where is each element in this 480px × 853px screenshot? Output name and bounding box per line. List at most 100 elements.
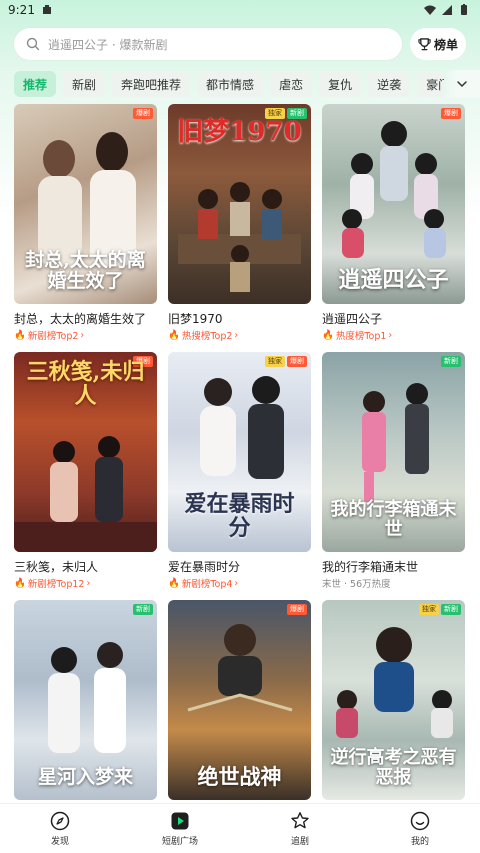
drama-card[interactable]: 爆剧 三秋笺,未归人 三秋笺，未归人 🔥 新剧榜Top12 ›: [14, 352, 157, 594]
poster-title-art: 爱在暴雨时分: [184, 490, 295, 541]
star-icon: [291, 811, 309, 828]
drama-meta: 末世 · 56万热度: [322, 576, 465, 590]
tab-wealthy-family[interactable]: 豪门: [417, 71, 444, 97]
chevron-right-icon: ›: [388, 329, 393, 341]
hot-badge: 爆剧: [133, 108, 153, 119]
trophy-icon: [418, 37, 431, 50]
drama-title[interactable]: 逍遥四公子: [322, 311, 465, 327]
hot-badge: 爆剧: [287, 356, 307, 367]
tab-new-drama[interactable]: 新剧: [63, 71, 106, 97]
badge-group: 爆剧: [133, 108, 153, 119]
fire-icon: 🔥: [168, 577, 180, 589]
drama-card[interactable]: 新剧 我的行李箱通末世 我的行李箱通末世 末世 · 56万热度: [322, 352, 465, 594]
exclusive-badge: 独家: [419, 604, 439, 615]
drama-poster[interactable]: 爆剧 逍遥四公子: [322, 104, 465, 304]
drama-meta-label: 末世 · 56万热度: [322, 579, 391, 590]
category-tabs-scroll[interactable]: 推荐 新剧 奔跑吧推荐 都市情感 虐恋 复仇 逆袭 豪门: [0, 70, 444, 98]
tab-comeback[interactable]: 逆袭: [368, 71, 411, 97]
badge-group: 独家 新剧: [419, 604, 461, 615]
play-square-icon: [171, 812, 189, 829]
search-icon: [26, 37, 40, 51]
badge-group: 独家 爆剧: [265, 356, 307, 367]
badge-group: 新剧: [441, 356, 461, 367]
battery-icon: [461, 4, 467, 15]
exclusive-badge: 独家: [265, 356, 285, 367]
chevron-right-icon: ›: [234, 329, 239, 341]
drama-title[interactable]: 爱在暴雨时分: [168, 559, 311, 575]
poster-title-art: 封总,太太的离婚生效了: [25, 249, 146, 293]
drama-poster[interactable]: 独家 新剧 逆行高考之恶有恶报: [322, 600, 465, 800]
nav-mine[interactable]: 我的: [375, 811, 465, 847]
compass-icon: [50, 811, 70, 830]
poster-title-art: 星河入梦来: [37, 766, 133, 789]
tab-angst[interactable]: 虐恋: [270, 71, 313, 97]
status-time: 9:21: [8, 3, 35, 17]
drama-rank-label: 热度榜Top1: [335, 331, 387, 342]
drama-card[interactable]: 爆剧 逍遥四公子 逍遥四公子 🔥 热度榜Top1 ›: [322, 104, 465, 346]
smile-face-icon: [410, 811, 430, 830]
search-input[interactable]: 逍遥四公子 · 爆款新剧: [14, 28, 402, 60]
tab-recommend[interactable]: 推荐: [14, 71, 57, 97]
drama-rank-label: 热搜榜Top2: [181, 331, 233, 342]
tab-revenge[interactable]: 复仇: [319, 71, 362, 97]
nav-short-drama-square[interactable]: 短剧广场: [135, 811, 225, 847]
search-row: 逍遥四公子 · 爆款新剧 榜单: [14, 28, 466, 60]
drama-card[interactable]: 独家 新剧 旧梦1970 旧梦1970 🔥 热搜榜Top2 ›: [168, 104, 311, 346]
nav-discover-label: 发现: [50, 836, 69, 847]
drama-rank-tag[interactable]: 🔥 新剧榜Top12 ›: [14, 576, 157, 591]
drama-card[interactable]: 独家 爆剧 爱在暴雨时分 爱在暴雨时分 🔥 新剧榜Top4 ›: [168, 352, 311, 594]
drama-title[interactable]: 旧梦1970: [168, 311, 311, 327]
nav-mine-label: 我的: [410, 836, 429, 847]
app-notification-icon: [42, 5, 51, 14]
drama-rank-label: 新剧榜Top4: [181, 579, 233, 590]
poster-title-art: 三秋笺,未归人: [26, 359, 145, 410]
tab-running-man[interactable]: 奔跑吧推荐: [112, 71, 191, 97]
drama-poster[interactable]: 独家 新剧 旧梦1970: [168, 104, 311, 304]
new-badge: 新剧: [441, 604, 461, 615]
drama-rank-tag[interactable]: 🔥 热度榜Top1 ›: [322, 328, 465, 343]
drama-rank-tag[interactable]: 🔥 新剧榜Top2 ›: [14, 328, 157, 343]
fire-icon: 🔥: [14, 329, 26, 341]
fire-icon: 🔥: [168, 329, 180, 341]
nav-short-drama-square-label: 短剧广场: [161, 836, 198, 847]
fire-icon: 🔥: [322, 329, 334, 341]
nav-following-label: 追剧: [290, 836, 309, 847]
drama-rank-label: 新剧榜Top2: [27, 331, 79, 342]
poster-title-art: 我的行李箱通末世: [330, 499, 457, 541]
rank-button[interactable]: 榜单: [410, 28, 466, 60]
badge-group: 新剧: [133, 604, 153, 615]
poster-title-art: 绝世战神: [197, 763, 282, 789]
drama-poster[interactable]: 独家 爆剧 爱在暴雨时分: [168, 352, 311, 552]
category-tabs: 推荐 新剧 奔跑吧推荐 都市情感 虐恋 复仇 逆袭 豪门: [0, 70, 480, 98]
chevron-right-icon: ›: [234, 577, 239, 589]
drama-rank-tag[interactable]: 🔥 新剧榜Top4 ›: [168, 576, 311, 591]
poster-title-art: 逍遥四公子: [338, 266, 449, 293]
new-badge: 新剧: [133, 604, 153, 615]
tab-urban-romance[interactable]: 都市情感: [197, 71, 264, 97]
drama-title[interactable]: 封总，太太的离婚生效了: [14, 311, 157, 327]
drama-poster[interactable]: 爆剧 三秋笺,未归人: [14, 352, 157, 552]
drama-poster[interactable]: 新剧 星河入梦来: [14, 600, 157, 800]
signal-icon: [442, 5, 452, 15]
poster-title-art: 逆行高考之恶有恶报: [330, 747, 457, 789]
drama-poster[interactable]: 爆剧 绝世战神: [168, 600, 311, 800]
chevron-right-icon: ›: [80, 329, 85, 341]
drama-rank-tag[interactable]: 🔥 热搜榜Top2 ›: [168, 328, 311, 343]
drama-title[interactable]: 三秋笺，未归人: [14, 559, 157, 575]
nav-following[interactable]: 追剧: [255, 811, 345, 847]
badge-group: 爆剧: [441, 108, 461, 119]
bottom-navigation: 发现 短剧广场 追剧 我的: [0, 803, 480, 853]
search-placeholder: 逍遥四公子 · 爆款新剧: [48, 37, 168, 52]
drama-rank-label: 新剧榜Top12: [27, 579, 85, 590]
drama-grid: 爆剧 封总,太太的离婚生效了 封总，太太的离婚生效了 🔥 新剧榜Top2 › 独…: [14, 104, 466, 842]
drama-card[interactable]: 爆剧 封总,太太的离婚生效了 封总，太太的离婚生效了 🔥 新剧榜Top2 ›: [14, 104, 157, 346]
hot-badge: 爆剧: [441, 108, 461, 119]
wifi-icon: [424, 5, 436, 15]
expand-tabs-button[interactable]: [444, 70, 480, 98]
badge-group: 爆剧: [287, 604, 307, 615]
poster-title-art: 旧梦1970: [177, 117, 302, 147]
drama-poster[interactable]: 新剧 我的行李箱通末世: [322, 352, 465, 552]
nav-discover[interactable]: 发现: [15, 811, 105, 847]
drama-title[interactable]: 我的行李箱通末世: [322, 559, 465, 575]
drama-poster[interactable]: 爆剧 封总,太太的离婚生效了: [14, 104, 157, 304]
